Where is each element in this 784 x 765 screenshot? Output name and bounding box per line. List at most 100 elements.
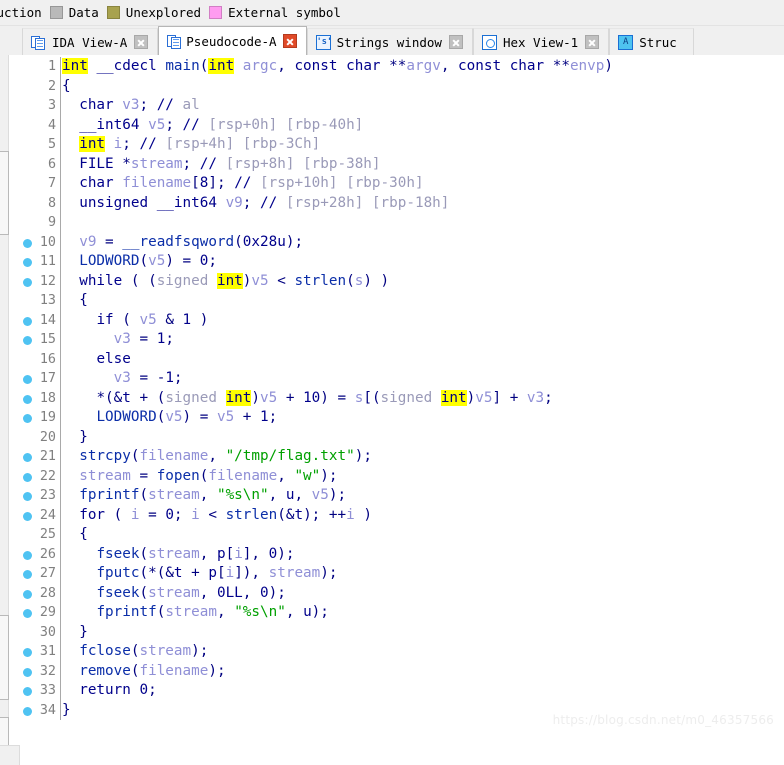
code-line[interactable]: 17 v3 = -1;: [9, 369, 784, 389]
line-number: 1: [47, 59, 56, 74]
code-line[interactable]: 13 {: [9, 291, 784, 311]
line-number: 17: [39, 371, 56, 386]
legend-item-instruction: ruction: [0, 0, 42, 25]
code-line[interactable]: 20 }: [9, 427, 784, 447]
line-number: 33: [39, 683, 56, 698]
code-line[interactable]: 31 fclose(stream);: [9, 642, 784, 662]
tab-strings-window[interactable]: 's' Strings window: [306, 28, 473, 55]
close-icon[interactable]: [282, 34, 297, 48]
line-number: 8: [47, 195, 56, 211]
document-icon: [167, 34, 182, 49]
gutter-divider: [60, 96, 61, 116]
line-number: 13: [39, 293, 56, 308]
code-line[interactable]: 6 FILE *stream; // [rsp+8h] [rbp-38h]: [9, 154, 784, 174]
tab-label-ida-view-a: IDA View-A: [52, 34, 128, 50]
code-line[interactable]: 2{: [9, 76, 784, 96]
code-line[interactable]: 30 }: [9, 622, 784, 642]
line-number: 20: [39, 429, 56, 445]
tab-pseudocode-a[interactable]: Pseudocode-A: [158, 26, 307, 55]
gutter-divider: [60, 310, 61, 330]
dock-handle-middle[interactable]: [0, 615, 9, 700]
code-line[interactable]: 25 {: [9, 525, 784, 545]
code-text: }: [79, 428, 88, 445]
structures-icon: A: [618, 34, 634, 50]
code-line[interactable]: 27 fputc(*(&t + p[i]), stream);: [9, 564, 784, 584]
code-line[interactable]: 19 LODWORD(v5) = v5 + 1;: [9, 408, 784, 428]
code-line[interactable]: 26 fseek(stream, p[i], 0);: [9, 544, 784, 564]
gutter-divider: [60, 252, 61, 272]
code-text: {: [62, 77, 71, 94]
code-line[interactable]: 7 char filename[8]; // [rsp+10h] [rbp-30…: [9, 174, 784, 194]
line-number: 3: [47, 98, 56, 113]
gutter-divider: [60, 642, 61, 662]
close-icon[interactable]: [448, 35, 463, 49]
code-line[interactable]: 14 if ( v5 & 1 ): [9, 310, 784, 330]
code-text: fseek(stream, 0LL, 0);: [96, 584, 286, 601]
gutter-divider: [60, 174, 61, 194]
tab-structures[interactable]: A Struc: [609, 28, 694, 55]
code-text: fseek(stream, p[i], 0);: [96, 545, 295, 562]
code-line[interactable]: 28 fseek(stream, 0LL, 0);: [9, 583, 784, 603]
code-line[interactable]: 12 while ( (signed int)v5 < strlen(s) ): [9, 271, 784, 291]
code-text: {: [79, 292, 88, 308]
code-line[interactable]: 33 return 0;: [9, 681, 784, 701]
code-text: char v3; // al: [79, 97, 200, 113]
code-line[interactable]: 10 v9 = __readfsqword(0x28u);: [9, 232, 784, 252]
code-text: v3 = 1;: [113, 331, 174, 347]
dock-handle-top[interactable]: [0, 151, 9, 235]
line-number: 23: [39, 488, 56, 503]
code-line-list: 1 int __cdecl main(int argc, const char *…: [9, 57, 784, 720]
code-line[interactable]: 18 *(&t + (signed int)v5 + 10) = s[(sign…: [9, 388, 784, 408]
code-text: strcpy(filename, "/tmp/flag.txt");: [79, 448, 372, 464]
tab-label-pseudocode-a: Pseudocode-A: [186, 33, 277, 49]
code-line[interactable]: 4 __int64 v5; // [rsp+0h] [rbp-40h]: [9, 115, 784, 135]
code-line[interactable]: 8 unsigned __int64 v9; // [rsp+28h] [rbp…: [9, 193, 784, 213]
code-text: if ( v5 & 1 ): [96, 311, 209, 328]
line-number: 28: [39, 585, 56, 601]
code-text: v9 = __readfsqword(0x28u);: [79, 233, 304, 250]
gutter-divider: [60, 388, 61, 408]
line-number: 29: [39, 605, 56, 620]
legend-item-external-symbol: External symbol: [201, 0, 341, 25]
line-number: 15: [39, 332, 56, 347]
close-icon[interactable]: [585, 35, 600, 49]
code-line[interactable]: 21 strcpy(filename, "/tmp/flag.txt");: [9, 447, 784, 467]
tab-ida-view-a[interactable]: IDA View-A: [22, 28, 159, 55]
gutter-divider: [60, 76, 61, 96]
gutter-divider: [60, 193, 61, 213]
line-number: 9: [47, 215, 56, 230]
gutter-divider: [60, 486, 61, 506]
code-text: return 0;: [79, 682, 157, 698]
gutter-divider: [60, 700, 61, 720]
code-line[interactable]: 1 int __cdecl main(int argc, const char *…: [9, 57, 784, 77]
line-number: 12: [39, 273, 56, 289]
code-text: unsigned __int64 v9; // [rsp+28h] [rbp-1…: [79, 194, 450, 211]
code-line[interactable]: 5 int i; // [rsp+4h] [rbp-3Ch]: [9, 135, 784, 155]
code-line[interactable]: 3 char v3; // al: [9, 96, 784, 116]
gutter-divider: [60, 525, 61, 545]
ida-pseudocode-window: ruction Data Unexplored External symbol …: [0, 0, 784, 765]
code-line[interactable]: 24 for ( i = 0; i < strlen(&t); ++i ): [9, 505, 784, 525]
code-text: for ( i = 0; i < strlen(&t); ++i ): [79, 506, 372, 523]
gutter-divider: [60, 135, 61, 155]
gutter-divider: [60, 466, 61, 486]
code-line[interactable]: 11 LODWORD(v5) = 0;: [9, 252, 784, 272]
gutter-divider: [60, 505, 61, 525]
close-icon[interactable]: [134, 35, 149, 49]
code-line[interactable]: 9: [9, 213, 784, 233]
tab-hex-view-1[interactable]: Hex View-1: [472, 28, 610, 55]
code-line[interactable]: 22 stream = fopen(filename, "w");: [9, 466, 784, 486]
code-text: LODWORD(v5) = v5 + 1;: [96, 409, 278, 425]
code-line[interactable]: 15 v3 = 1;: [9, 330, 784, 350]
gutter-divider: [60, 564, 61, 584]
code-line[interactable]: 29 fprintf(stream, "%s\n", u);: [9, 603, 784, 623]
pseudocode-editor[interactable]: 1 int __cdecl main(int argc, const char *…: [9, 55, 784, 765]
line-number: 22: [39, 468, 56, 484]
gutter-divider: [60, 330, 61, 350]
line-number: 26: [39, 546, 56, 562]
legend-label-unexplored: Unexplored: [125, 5, 202, 20]
code-line[interactable]: 32 remove(filename);: [9, 661, 784, 681]
code-line[interactable]: 16 else: [9, 349, 784, 369]
legend-label-instruction: ruction: [0, 5, 42, 20]
code-line[interactable]: 23 fprintf(stream, "%s\n", u, v5);: [9, 486, 784, 506]
